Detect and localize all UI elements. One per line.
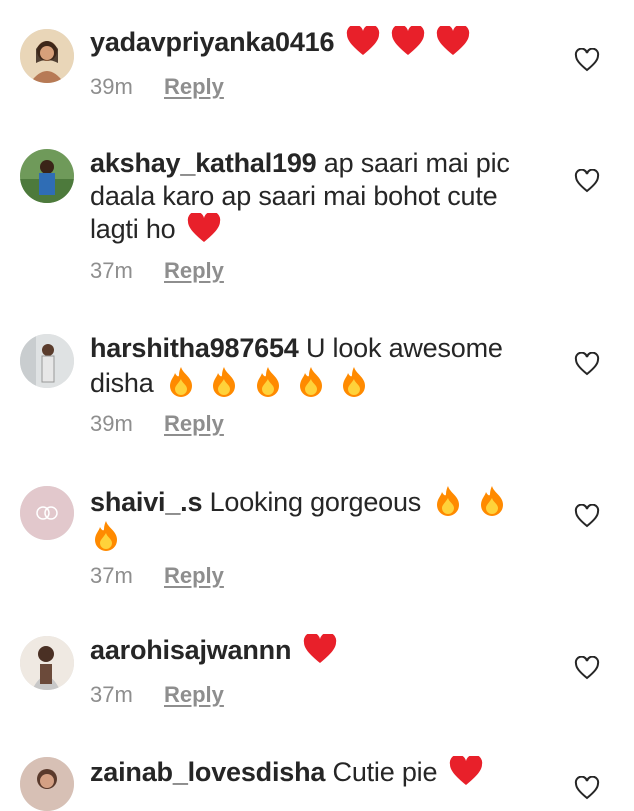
- comment-time: 39m: [90, 74, 133, 99]
- avatar[interactable]: [20, 486, 74, 540]
- comment-text: Looking gorgeous: [209, 487, 422, 517]
- like-heart-icon[interactable]: [574, 504, 600, 528]
- comment-username[interactable]: yadavpriyanka0416: [90, 27, 334, 57]
- fire-emoji: [432, 484, 464, 516]
- avatar[interactable]: [20, 149, 74, 203]
- fire-emoji: [252, 365, 284, 397]
- comment-body: aarohisajwannn: [90, 634, 530, 667]
- like-heart-icon[interactable]: [574, 169, 600, 193]
- fire-emoji: [208, 365, 240, 397]
- comment-body: harshitha987654 U look awesome disha: [90, 332, 530, 400]
- heart-emoji: [436, 26, 470, 56]
- reply-button[interactable]: Reply: [164, 682, 224, 707]
- comment-time: 39m: [90, 411, 133, 436]
- comment-meta: 37m Reply: [90, 258, 224, 284]
- like-heart-icon[interactable]: [574, 48, 600, 72]
- heart-emoji: [449, 756, 483, 786]
- avatar[interactable]: [20, 334, 74, 388]
- comment-time: 37m: [90, 682, 133, 707]
- comment-meta: 39m Reply: [90, 74, 224, 100]
- comment-meta: 39m Reply: [90, 411, 224, 437]
- reply-button[interactable]: Reply: [164, 258, 224, 283]
- heart-emoji: [346, 26, 380, 56]
- comment-body: shaivi_.s Looking gorgeous: [90, 484, 530, 554]
- comment-username[interactable]: zainab_lovesdisha: [90, 757, 325, 787]
- avatar[interactable]: [20, 29, 74, 83]
- comment-body: yadavpriyanka0416: [90, 26, 530, 59]
- fire-emoji: [476, 484, 508, 516]
- comment-time: 37m: [90, 258, 133, 283]
- comment-username[interactable]: akshay_kathal199: [90, 148, 317, 178]
- avatar[interactable]: [20, 757, 74, 811]
- fire-emoji: [165, 365, 197, 397]
- like-heart-icon[interactable]: [574, 656, 600, 680]
- reply-button[interactable]: Reply: [164, 563, 224, 588]
- comment-username[interactable]: shaivi_.s: [90, 487, 202, 517]
- comment-meta: 37m Reply: [90, 682, 224, 708]
- comment-username[interactable]: aarohisajwannn: [90, 635, 291, 665]
- comment-time: 37m: [90, 563, 133, 588]
- comment-text: Cutie pie: [332, 757, 438, 787]
- heart-emoji: [391, 26, 425, 56]
- reply-button[interactable]: Reply: [164, 411, 224, 436]
- fire-emoji: [338, 365, 370, 397]
- comment-body: akshay_kathal199 ap saari mai pic daala …: [90, 147, 530, 246]
- heart-emoji: [303, 634, 337, 664]
- fire-emoji: [90, 519, 122, 551]
- like-heart-icon[interactable]: [574, 352, 600, 376]
- fire-emoji: [295, 365, 327, 397]
- heart-emoji: [187, 213, 221, 243]
- like-heart-icon[interactable]: [574, 776, 600, 800]
- comment-username[interactable]: harshitha987654: [90, 333, 299, 363]
- reply-button[interactable]: Reply: [164, 74, 224, 99]
- comment-body: zainab_lovesdisha Cutie pie: [90, 756, 530, 789]
- avatar[interactable]: [20, 636, 74, 690]
- comment-meta: 37m Reply: [90, 563, 224, 589]
